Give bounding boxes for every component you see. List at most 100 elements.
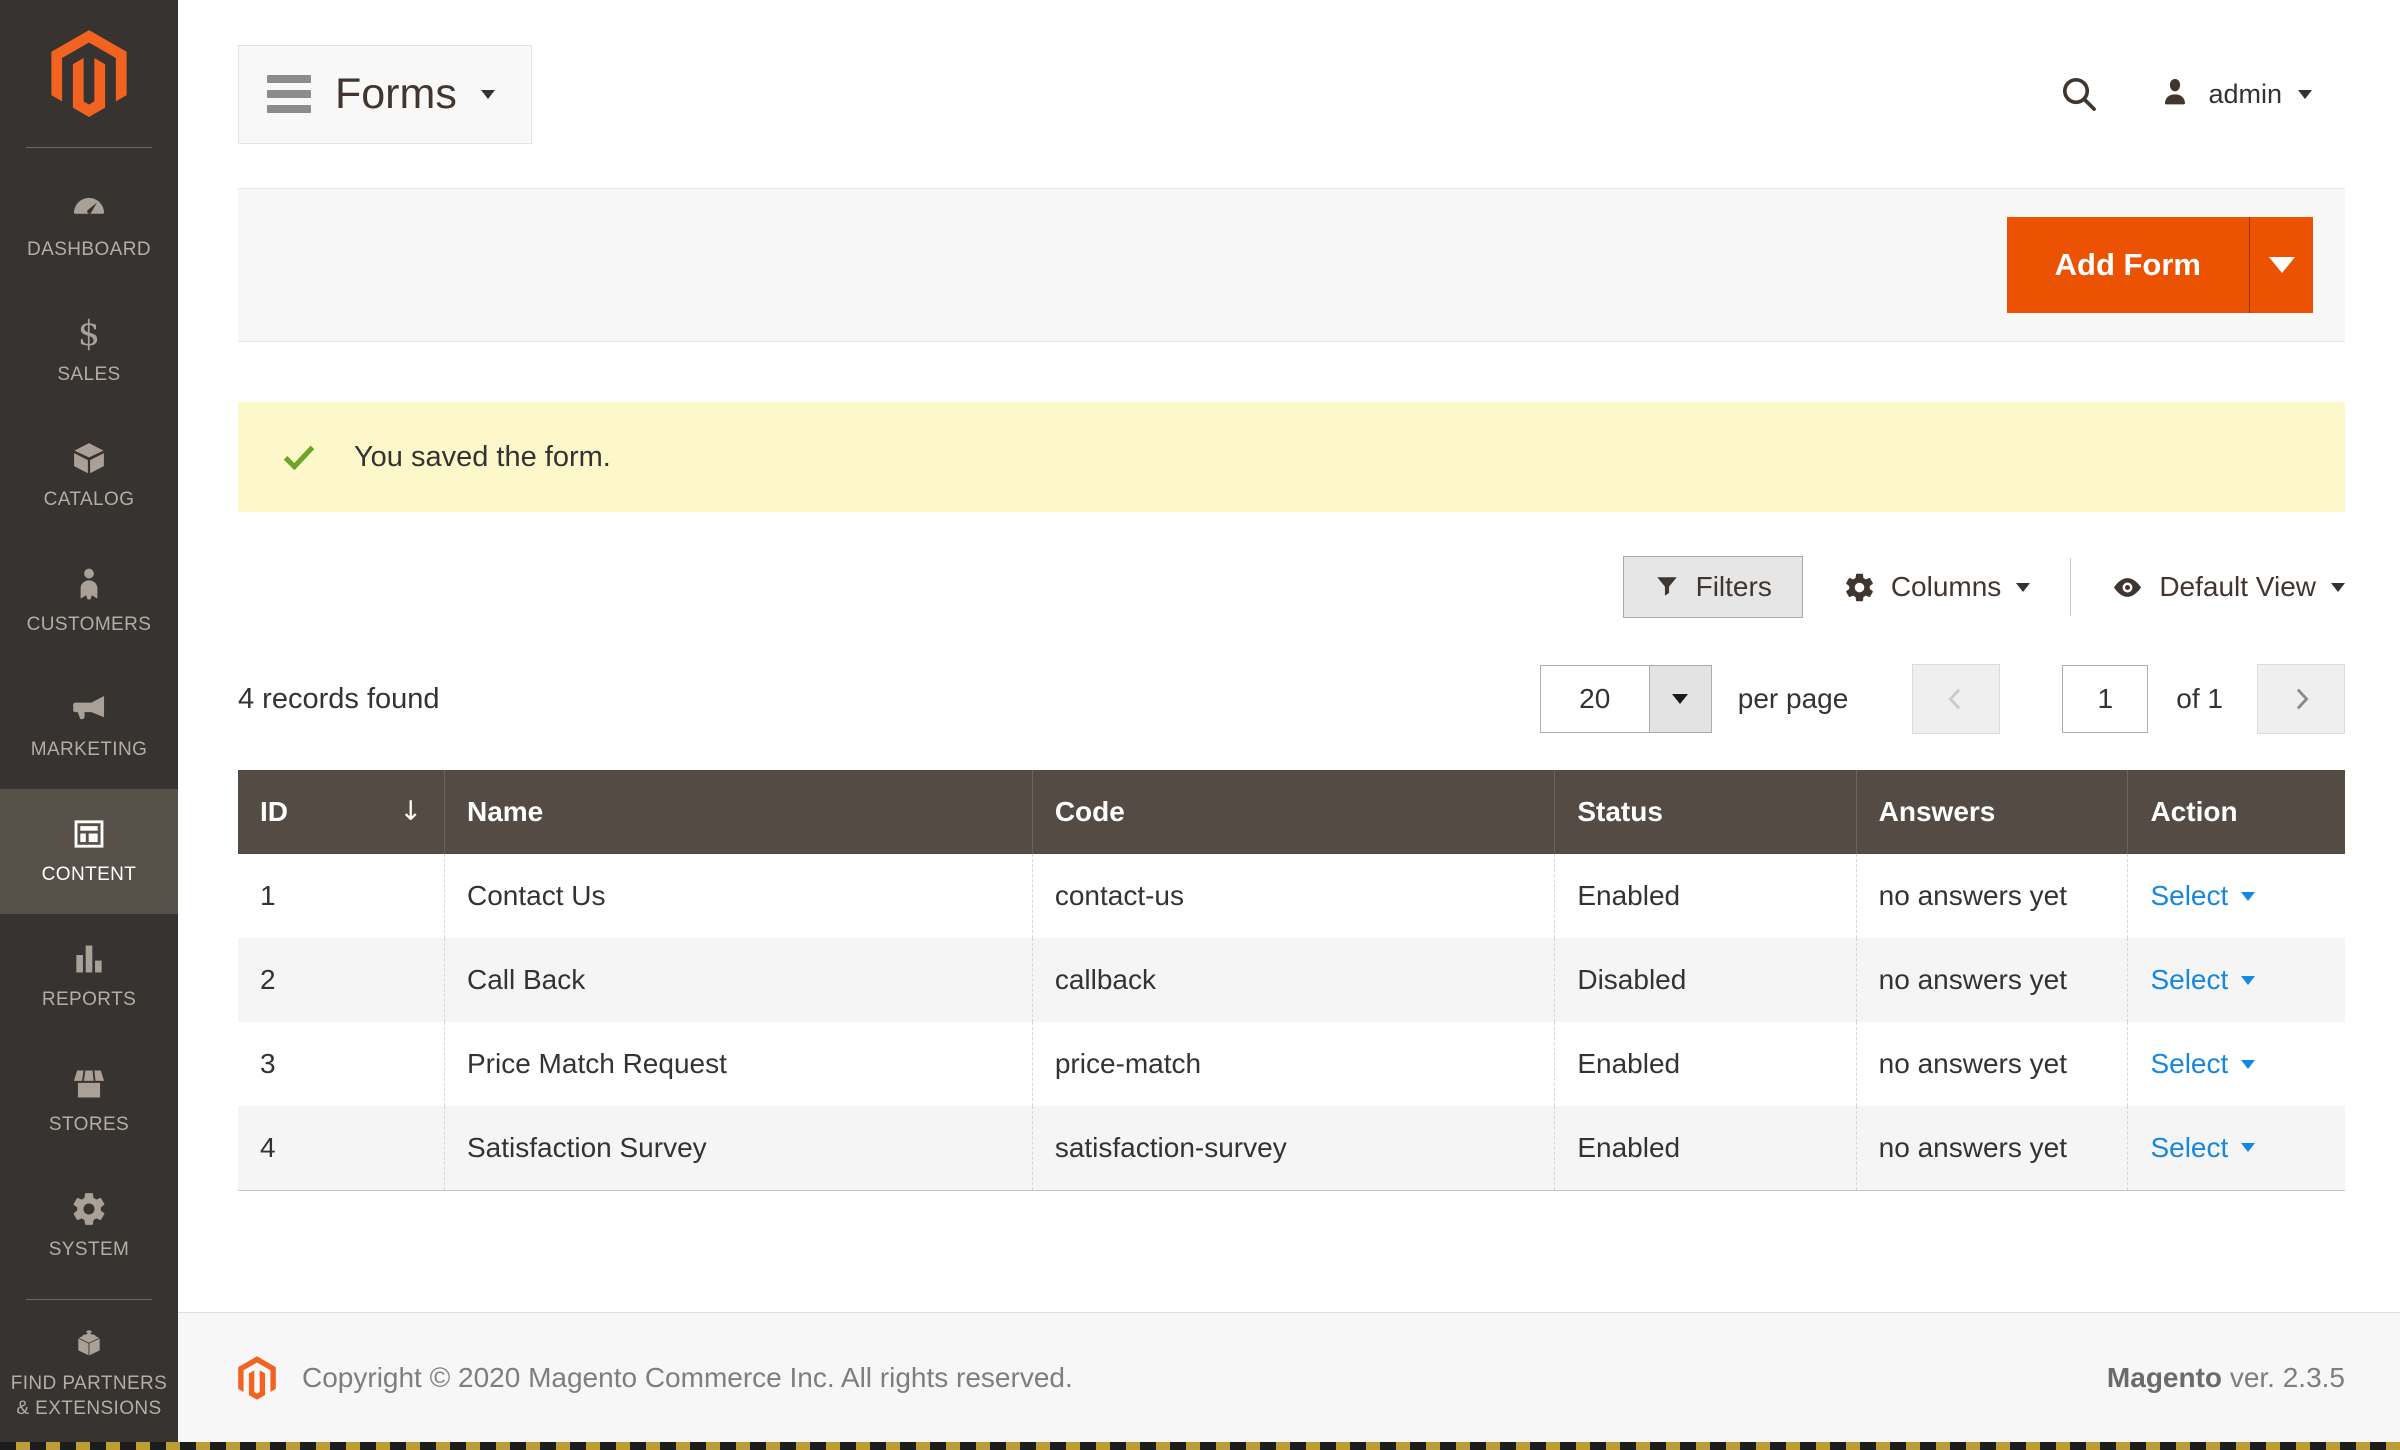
brand-name: Magento (2106, 1361, 2223, 1393)
per-page-label: per page (1737, 683, 1849, 714)
check-icon (280, 438, 318, 476)
version-text: Magento ver. 2.3.5 (2107, 1362, 2345, 1394)
partners-icon (70, 1324, 108, 1362)
cell-status: Enabled (1554, 1106, 1857, 1191)
chevron-down-icon (2268, 257, 2295, 273)
bottom-hazard-stripe (0, 1442, 2400, 1450)
cell-name: Satisfaction Survey (443, 1106, 1033, 1191)
cell-answers: no answers yet (1855, 938, 2128, 1022)
view-control[interactable]: Default View (2111, 571, 2345, 604)
page-total-label: of 1 (2176, 683, 2223, 714)
column-header-action[interactable]: Action (2127, 770, 2345, 854)
sidebar-item-catalog[interactable]: CATALOG (0, 414, 178, 539)
magento-logo-small (238, 1355, 276, 1400)
column-header-name[interactable]: Name (443, 770, 1033, 854)
select-action-label: Select (2150, 1048, 2229, 1079)
catalog-icon (70, 440, 108, 478)
chevron-down-icon (2298, 89, 2312, 99)
page-actions-bar: Add Form (238, 188, 2345, 342)
table-row: 2 Call Back callback Disabled no answers yet… (238, 938, 2345, 1022)
chevron-left-icon (1948, 688, 1961, 710)
sidebar-item-marketing[interactable]: MARKETING (0, 664, 178, 789)
cell-status: Enabled (1554, 1022, 1857, 1106)
cell-id: 3 (260, 1048, 276, 1079)
sidebar-item-label: CONTENT (41, 864, 137, 886)
page-number-input[interactable] (2062, 665, 2149, 733)
sidebar: DASHBOARD $ SALES CATALOG CUSTOMERS MARKETING… (0, 0, 178, 1442)
marketing-icon (70, 690, 108, 728)
select-action[interactable]: Select (2150, 964, 2256, 996)
select-action[interactable]: Select (2150, 1132, 2256, 1164)
chevron-down-icon (2241, 1059, 2256, 1069)
cell-name: Contact Us (443, 854, 1033, 938)
column-header-answers[interactable]: Answers (1855, 770, 2128, 854)
cell-id: 4 (238, 1106, 445, 1191)
add-form-button: Add Form (2006, 217, 2313, 313)
sidebar-item-content[interactable]: CONTENT (0, 789, 178, 914)
header-actions: admin (2058, 73, 2312, 115)
magento-logo[interactable] (0, 0, 178, 147)
sidebar-item-label: CATALOG (43, 489, 135, 511)
table-row: 3 Price Match Request price-match Enabled no… (238, 1022, 2345, 1106)
controls-divider (2070, 558, 2072, 616)
menu-icon (267, 75, 311, 113)
chevron-right-icon (2296, 688, 2309, 710)
copyright-text: Copyright © 2020 Magento Commerce Inc. A… (302, 1361, 1073, 1393)
system-icon (70, 1190, 108, 1228)
user-icon (2158, 75, 2192, 114)
select-action[interactable]: Select (2150, 880, 2256, 912)
columns-control[interactable]: Columns (1843, 571, 2031, 604)
sidebar-item-label: DASHBOARD (27, 239, 151, 261)
chevron-down-icon (2241, 1143, 2256, 1153)
filters-button[interactable]: Filters (1622, 556, 1803, 618)
table-row: 4 Satisfaction Survey satisfaction-survey E… (238, 1106, 2345, 1191)
sidebar-item-reports[interactable]: REPORTS (0, 914, 178, 1039)
records-bar: 4 records found 20 per page of 1 (238, 664, 2345, 734)
chevron-down-icon (2016, 582, 2031, 592)
column-header-id[interactable]: ID ↓ (238, 770, 445, 854)
content-icon (70, 815, 108, 853)
filters-label: Filters (1695, 571, 1772, 602)
sidebar-item-sales[interactable]: $ SALES (0, 289, 178, 414)
add-form-dropdown-toggle[interactable] (2249, 217, 2313, 313)
success-message: You saved the form. (238, 402, 2345, 512)
records-summary: 4 records found (238, 682, 440, 715)
customers-icon (70, 565, 108, 603)
sidebar-item-label: STORES (48, 1114, 130, 1136)
sort-descending-icon: ↓ (399, 796, 422, 827)
column-header-code[interactable]: Code (1031, 770, 1555, 854)
per-page-select[interactable]: 20 (1539, 665, 1712, 733)
grid-controls: Filters Columns Default View (238, 556, 2345, 618)
next-page-button[interactable] (2257, 664, 2345, 734)
sidebar-item-find-partners[interactable]: FIND PARTNERS & EXTENSIONS (0, 1304, 178, 1442)
column-header-status[interactable]: Status (1554, 770, 1857, 854)
page-title-menu[interactable]: Forms (238, 44, 532, 144)
cell-id: 1 (260, 880, 276, 911)
previous-page-button[interactable] (1912, 664, 2001, 734)
filter-icon (1656, 577, 1677, 596)
cell-action: Select (2127, 854, 2345, 938)
admin-menu[interactable]: admin (2158, 75, 2312, 114)
cell-code: price-match (1031, 1022, 1555, 1106)
version-number: ver. 2.3.5 (2229, 1361, 2345, 1393)
cell-status: Disabled (1554, 938, 1857, 1022)
sidebar-item-dashboard[interactable]: DASHBOARD (0, 164, 178, 289)
admin-username: admin (2208, 78, 2282, 109)
sales-icon: $ (70, 315, 108, 353)
gear-icon (1845, 573, 1873, 601)
chevron-down-icon (2241, 975, 2256, 985)
cell-id: 2 (260, 964, 276, 995)
per-page-value: 20 (1579, 683, 1611, 714)
sidebar-item-stores[interactable]: STORES (0, 1039, 178, 1164)
cell-code: satisfaction-survey (1031, 1106, 1555, 1191)
sidebar-item-system[interactable]: SYSTEM (0, 1164, 178, 1289)
cell-name: Price Match Request (443, 1022, 1033, 1106)
sidebar-item-label: SALES (57, 364, 121, 386)
search-icon[interactable] (2058, 73, 2100, 115)
add-form-button-main[interactable]: Add Form (2007, 217, 2249, 313)
sidebar-item-customers[interactable]: CUSTOMERS (0, 539, 178, 664)
forms-grid: ID ↓ Name Code Status Answers Action 1 Co… (238, 770, 2345, 1191)
select-action[interactable]: Select (2150, 1048, 2256, 1080)
cell-answers: no answers yet (1855, 1106, 2128, 1191)
per-page-dropdown-toggle[interactable] (1648, 666, 1711, 732)
